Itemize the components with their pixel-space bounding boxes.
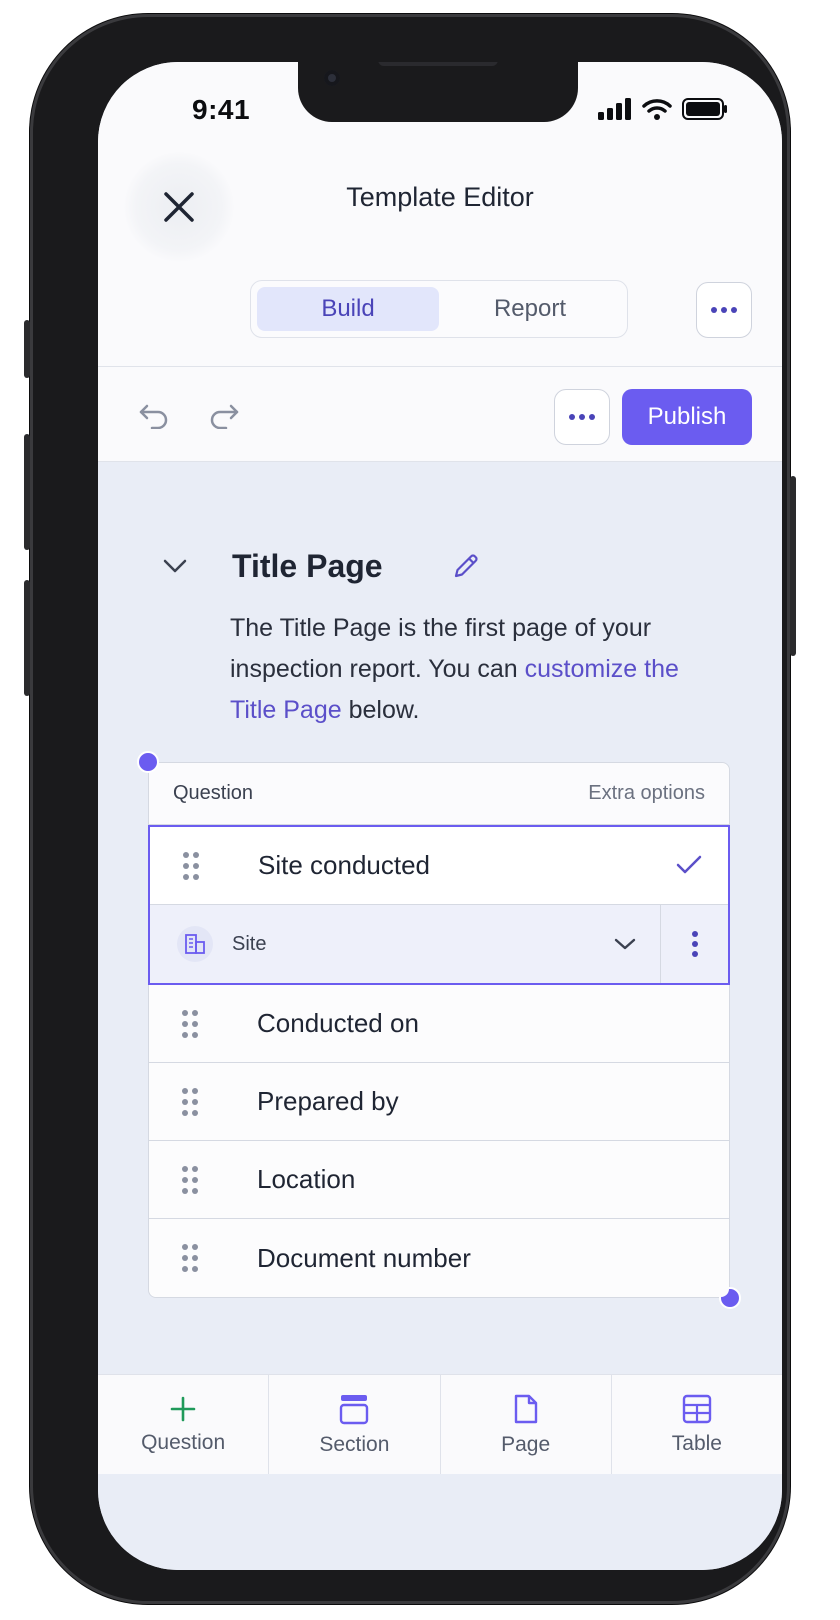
toolbar-more-button[interactable] (554, 389, 610, 445)
add-table-button[interactable]: Table (612, 1375, 782, 1474)
description-suffix: below. (341, 696, 420, 724)
table-row[interactable]: Site conducted (150, 827, 728, 905)
redo-button[interactable] (208, 403, 240, 434)
drag-handle[interactable] (150, 851, 258, 881)
building-icon (185, 934, 205, 954)
drag-grip-icon (183, 851, 199, 880)
header-extra-options: Extra options (588, 782, 705, 804)
question-label[interactable]: Location (257, 1164, 355, 1195)
table-row[interactable]: Prepared by (149, 1063, 729, 1141)
question-label[interactable]: Conducted on (257, 1008, 419, 1039)
site-type-icon-bg (177, 926, 213, 962)
questions-table: Question Extra options Site conducted Si… (137, 751, 741, 1309)
edit-title-button[interactable] (450, 550, 482, 587)
add-bar: Question Section Page Table (98, 1374, 782, 1474)
more-vertical-icon (691, 931, 698, 957)
add-section-label: Section (319, 1432, 390, 1456)
section-icon (340, 1394, 369, 1424)
speaker-grille (378, 62, 498, 66)
site-type-icon-wrap (150, 926, 232, 962)
publish-button[interactable]: Publish (622, 389, 752, 445)
question-label[interactable]: Document number (257, 1243, 471, 1274)
wifi-icon (642, 99, 672, 120)
selection-handle-top-left[interactable] (137, 751, 159, 773)
drag-handle[interactable] (149, 1165, 257, 1195)
question-label[interactable]: Prepared by (257, 1086, 399, 1117)
header-question: Question (173, 782, 254, 804)
editor-toolbar: Publish (98, 366, 782, 462)
section-title: Title Page (232, 548, 383, 584)
more-horizontal-icon (569, 414, 595, 420)
drag-handle[interactable] (149, 1009, 257, 1039)
add-question-button[interactable]: Question (98, 1375, 270, 1474)
check-icon (676, 855, 702, 874)
volume-down-button (24, 580, 30, 696)
status-time: 9:41 (192, 94, 251, 125)
status-icons (598, 98, 728, 120)
drag-grip-icon (182, 1165, 198, 1194)
question-label[interactable]: Site conducted (258, 850, 430, 881)
home-indicator-area (98, 1474, 782, 1570)
redo-icon (210, 404, 239, 430)
selected-question[interactable]: Site conducted Site (137, 751, 741, 1309)
add-page-button[interactable]: Page (441, 1375, 612, 1474)
power-button (790, 476, 796, 656)
add-page-label: Page (501, 1432, 551, 1456)
add-table-label: Table (671, 1431, 722, 1455)
phone-screen: 9:41 Template Editor Build Report Publis… (98, 62, 782, 1570)
add-question-label: Question (141, 1430, 226, 1454)
tab-report[interactable]: Report (439, 287, 621, 331)
plus-icon (170, 1396, 196, 1421)
page-icon (514, 1394, 537, 1423)
drag-grip-icon (182, 1244, 198, 1272)
table-icon (682, 1394, 712, 1423)
chevron-down-icon (163, 559, 187, 573)
page-title: Template Editor (346, 182, 534, 212)
volume-up-button (24, 434, 30, 550)
response-type-select[interactable]: Site (232, 933, 590, 956)
table-header: Question Extra options (149, 763, 729, 825)
signal-icon (598, 98, 631, 120)
check-icon-wrap (676, 855, 702, 880)
battery-icon (682, 98, 727, 120)
front-camera (324, 70, 340, 86)
tab-build[interactable]: Build (257, 287, 439, 331)
phone-frame: 9:41 Template Editor Build Report Publis… (24, 14, 796, 1604)
drag-grip-icon (182, 1009, 198, 1038)
chevron-down-icon (614, 938, 636, 950)
pencil-icon (454, 554, 478, 578)
section-description: The Title Page is the first page of your… (230, 608, 700, 731)
response-type-row: Site (150, 905, 728, 983)
more-horizontal-icon (711, 307, 737, 313)
table-row[interactable]: Location (149, 1141, 729, 1219)
table-row[interactable]: Document number (149, 1219, 729, 1297)
question-options-button[interactable] (660, 905, 728, 983)
drag-handle[interactable] (149, 1087, 257, 1117)
drag-grip-icon (182, 1087, 198, 1116)
mute-switch (24, 320, 30, 378)
header-more-button[interactable] (696, 282, 752, 338)
undo-icon (139, 404, 168, 430)
add-section-button[interactable]: Section (269, 1375, 441, 1474)
collapse-section-button[interactable] (162, 558, 188, 579)
undo-button[interactable] (138, 403, 170, 434)
mode-switch: Build Report (250, 280, 628, 338)
drag-handle[interactable] (149, 1243, 257, 1273)
editor-content: Title Page The Title Page is the first p… (98, 462, 782, 1378)
notch (298, 62, 578, 122)
response-type-dropdown[interactable] (590, 937, 660, 951)
table-row[interactable]: Conducted on (149, 985, 729, 1063)
